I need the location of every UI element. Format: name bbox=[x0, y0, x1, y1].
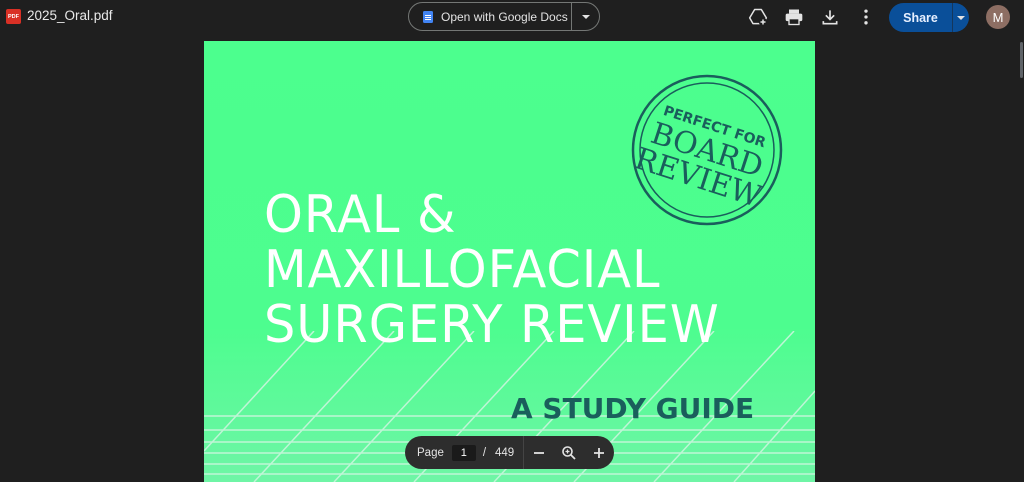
add-to-drive-icon[interactable] bbox=[747, 6, 769, 28]
share-button[interactable]: Share bbox=[889, 3, 952, 32]
avatar[interactable]: M bbox=[986, 5, 1010, 29]
scrollbar-thumb[interactable] bbox=[1020, 42, 1023, 78]
divider bbox=[952, 3, 953, 32]
share-dropdown-button[interactable] bbox=[953, 3, 969, 32]
open-with-button-group: Open with Google Docs bbox=[408, 2, 600, 31]
page-zoom-toolbar: Page 1 / 449 bbox=[405, 436, 614, 469]
file-name: 2025_Oral.pdf bbox=[27, 8, 113, 23]
minus-icon bbox=[534, 451, 545, 454]
pdf-page: PERFECT FOR BOARD REVIEW ORAL & MAXILLOF… bbox=[204, 41, 815, 482]
google-docs-icon bbox=[423, 10, 433, 23]
open-with-label: Open with Google Docs bbox=[441, 9, 568, 24]
plus-icon bbox=[594, 447, 605, 458]
zoom-out-button[interactable] bbox=[524, 436, 554, 469]
top-bar: PDF 2025_Oral.pdf Open with Google Docs … bbox=[0, 0, 1024, 36]
title-line-3: SURGERY REVIEW bbox=[264, 295, 720, 355]
scrollbar[interactable] bbox=[1019, 36, 1024, 482]
zoom-fit-button[interactable] bbox=[554, 436, 584, 469]
zoom-in-button[interactable] bbox=[584, 436, 614, 469]
caret-down-icon bbox=[581, 14, 590, 19]
page-number-input[interactable]: 1 bbox=[451, 444, 476, 461]
title-line-1: ORAL & bbox=[264, 185, 457, 245]
print-icon[interactable] bbox=[783, 6, 805, 28]
share-button-group: Share bbox=[889, 3, 969, 32]
subtitle: A STUDY GUIDE bbox=[511, 392, 755, 425]
open-with-dropdown-button[interactable] bbox=[572, 3, 599, 30]
pdf-file-icon: PDF bbox=[6, 9, 21, 24]
zoom-icon bbox=[562, 445, 576, 460]
total-pages: 449 bbox=[495, 446, 515, 459]
page-label: Page bbox=[417, 446, 444, 459]
download-icon[interactable] bbox=[819, 6, 841, 28]
title-line-2: MAXILLOFACIAL bbox=[264, 240, 661, 300]
page-separator: / bbox=[482, 446, 487, 459]
open-with-google-docs-button[interactable]: Open with Google Docs bbox=[409, 3, 571, 30]
caret-down-icon bbox=[957, 15, 965, 20]
board-review-stamp: PERFECT FOR BOARD REVIEW bbox=[629, 72, 785, 228]
more-vert-icon[interactable] bbox=[855, 6, 877, 28]
